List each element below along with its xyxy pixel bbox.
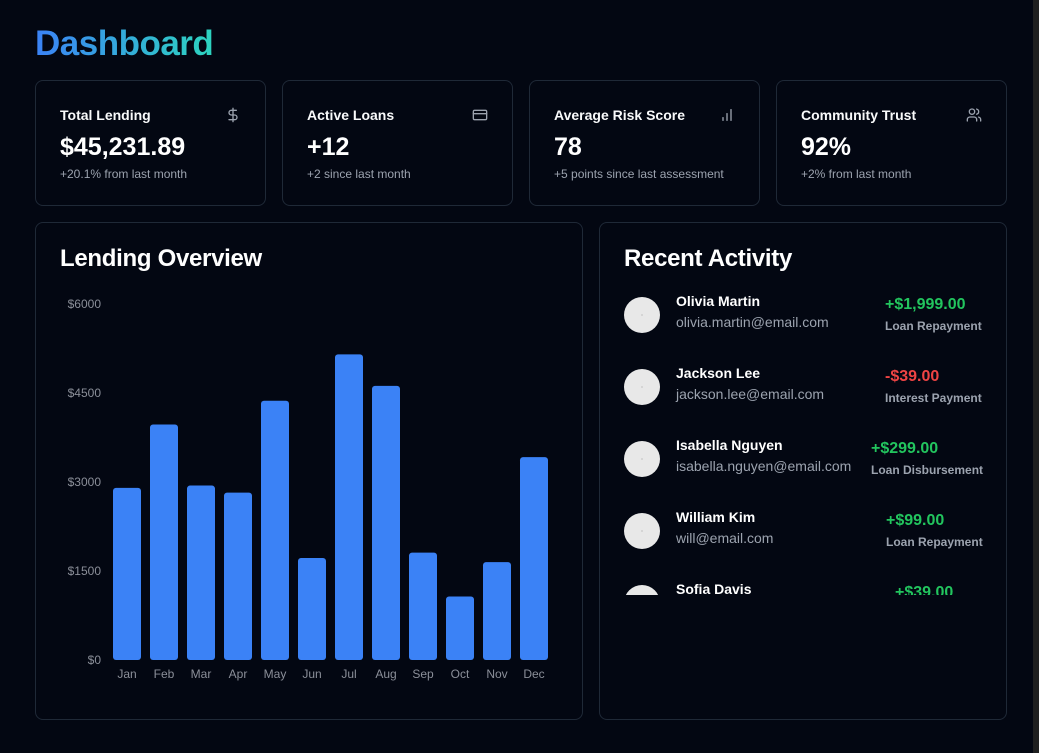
x-tick-label: Apr bbox=[229, 667, 248, 681]
x-tick-label: Aug bbox=[375, 667, 396, 681]
avatar bbox=[624, 513, 660, 549]
activity-item: Jackson Lee jackson.lee@email.com -$39.0… bbox=[624, 365, 984, 415]
y-tick-label: $3000 bbox=[68, 475, 102, 489]
y-tick-label: $4500 bbox=[68, 386, 102, 400]
stat-subtext: +20.1% from last month bbox=[60, 167, 188, 181]
stat-title: Community Trust bbox=[801, 107, 917, 123]
avatar bbox=[624, 297, 660, 333]
activity-email: will@email.com bbox=[676, 530, 774, 546]
avatar bbox=[624, 441, 660, 477]
x-tick-label: Dec bbox=[523, 667, 544, 681]
activity-type: Loan Repayment bbox=[886, 535, 983, 549]
x-tick-label: Nov bbox=[486, 667, 507, 681]
stat-card-active-loans: Active Loans +12 +2 since last month bbox=[282, 80, 513, 206]
activity-amount: -$39.00 bbox=[885, 368, 940, 385]
bar-dec[interactable] bbox=[520, 457, 548, 660]
activity-amount: +$99.00 bbox=[886, 512, 945, 529]
x-tick-label: Sep bbox=[412, 667, 434, 681]
stat-value: 92% bbox=[801, 133, 852, 161]
stat-title: Average Risk Score bbox=[554, 107, 685, 123]
activity-item: William Kim will@email.com +$99.00 Loan … bbox=[624, 509, 984, 559]
users-icon bbox=[966, 108, 982, 122]
activity-item: Isabella Nguyen isabella.nguyen@email.co… bbox=[624, 437, 984, 487]
activity-amount: +$39.00 bbox=[895, 584, 954, 595]
activity-type: Interest Payment bbox=[885, 391, 982, 405]
x-tick-label: Oct bbox=[451, 667, 470, 681]
activity-type: Loan Repayment bbox=[885, 319, 982, 333]
activity-email: jackson.lee@email.com bbox=[676, 386, 825, 402]
y-tick-label: $0 bbox=[88, 653, 102, 667]
lending-overview-panel: Lending Overview $0 $1500 $3000 $4500 $6000 J… bbox=[35, 222, 583, 720]
bar-apr[interactable] bbox=[224, 492, 252, 660]
bar-may[interactable] bbox=[261, 400, 289, 660]
bar-nov[interactable] bbox=[483, 562, 511, 660]
bar-jan[interactable] bbox=[113, 487, 141, 660]
stat-title: Total Lending bbox=[60, 107, 151, 123]
x-tick-label: Jun bbox=[302, 667, 321, 681]
stat-value: +12 bbox=[307, 133, 350, 161]
bar-feb[interactable] bbox=[150, 424, 178, 660]
x-tick-label: Jan bbox=[117, 667, 136, 681]
activity-amount: +$1,999.00 bbox=[885, 296, 966, 313]
y-tick-label: $1500 bbox=[68, 564, 102, 578]
activity-name: Jackson Lee bbox=[676, 365, 761, 381]
activity-name: William Kim bbox=[676, 509, 756, 525]
bar-sep[interactable] bbox=[409, 552, 437, 660]
activity-email: olivia.martin@email.com bbox=[676, 314, 829, 330]
bar-jul[interactable] bbox=[335, 354, 363, 660]
activity-email: isabella.nguyen@email.com bbox=[676, 458, 852, 474]
panel-title: Recent Activity bbox=[624, 245, 793, 272]
bar-oct[interactable] bbox=[446, 596, 474, 660]
activity-name: Sofia Davis bbox=[676, 581, 752, 595]
recent-activity-panel: Recent Activity Olivia Martin olivia.mar… bbox=[599, 222, 1007, 720]
avatar bbox=[624, 369, 660, 405]
activity-type: Loan Disbursement bbox=[871, 463, 984, 477]
dashboard-app: Dashboard Total Lending $45,231.89 +20.1… bbox=[0, 0, 1033, 753]
activity-list[interactable]: Olivia Martin olivia.martin@email.com +$… bbox=[624, 293, 984, 595]
stat-subtext: +2 since last month bbox=[307, 167, 411, 181]
stat-card-total-lending: Total Lending $45,231.89 +20.1% from las… bbox=[35, 80, 266, 206]
bar-mar[interactable] bbox=[187, 485, 215, 660]
x-tick-label: Jul bbox=[341, 667, 356, 681]
stat-title: Active Loans bbox=[307, 107, 395, 123]
stat-card-average-risk-score: Average Risk Score 78 +5 points since la… bbox=[529, 80, 760, 206]
credit-card-icon bbox=[472, 109, 488, 121]
x-tick-label: May bbox=[264, 667, 287, 681]
stat-card-community-trust: Community Trust 92% +2% from last month bbox=[776, 80, 1007, 206]
activity-amount: +$299.00 bbox=[871, 440, 939, 457]
stat-value: 78 bbox=[554, 133, 582, 161]
x-tick-label: Feb bbox=[154, 667, 175, 681]
x-tick-label: Mar bbox=[191, 667, 212, 681]
bar-chart-icon bbox=[722, 109, 732, 121]
stat-value: $45,231.89 bbox=[60, 133, 186, 161]
stat-subtext: +5 points since last assessment bbox=[554, 167, 724, 181]
activity-name: Olivia Martin bbox=[676, 293, 761, 309]
page-title: Dashboard bbox=[35, 24, 214, 63]
y-tick-label: $6000 bbox=[68, 297, 102, 311]
lending-overview-chart: $0 $1500 $3000 $4500 $6000 Jan Feb Mar Apr May Jun… bbox=[68, 297, 548, 681]
activity-name: Isabella Nguyen bbox=[676, 437, 783, 453]
activity-item: Sofia Davis +$39.00 bbox=[624, 581, 984, 595]
activity-item: Olivia Martin olivia.martin@email.com +$… bbox=[624, 293, 984, 343]
stat-subtext: +2% from last month bbox=[801, 167, 912, 181]
bar-aug[interactable] bbox=[372, 385, 400, 660]
avatar bbox=[624, 585, 660, 595]
bar-jun[interactable] bbox=[298, 557, 326, 660]
dollar-icon bbox=[228, 107, 238, 123]
